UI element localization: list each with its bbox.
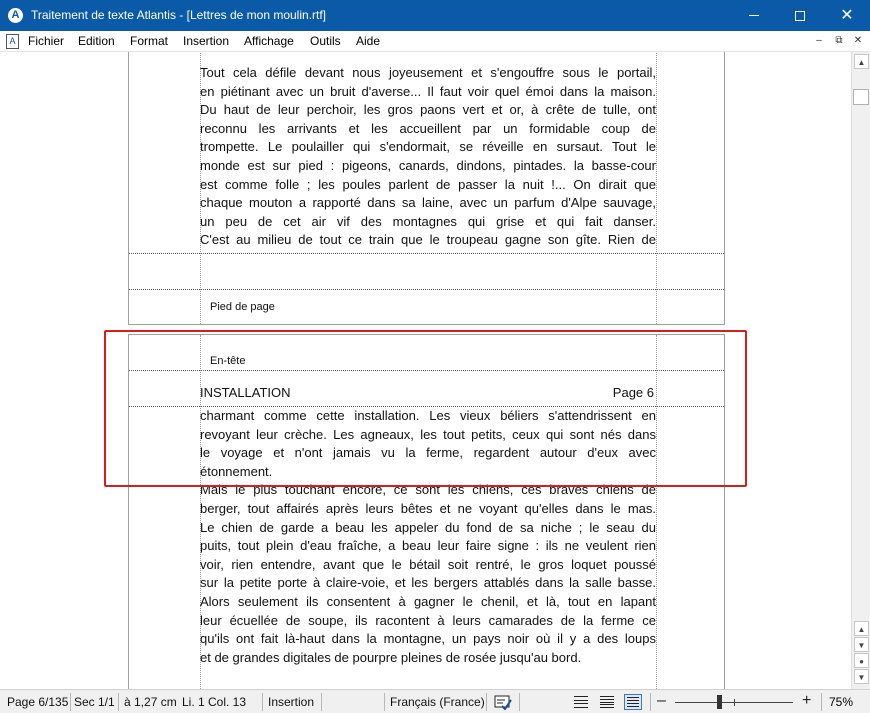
status-separator [70,693,71,711]
text-line[interactable]: reconnu les arrivants et les accueillent… [200,120,656,139]
header-title[interactable]: INSTALLATION [200,385,291,400]
status-separator [118,693,119,711]
vertical-scrollbar[interactable]: ▲ ▲ ▼ ● ▼ [851,52,870,689]
close-icon: ✕ [840,6,854,24]
text-line[interactable]: Tout cela défile devant nous joyeusement… [200,64,656,83]
page-5[interactable]: Tout cela défile devant nous joyeusement… [128,52,725,325]
mdi-minimize-icon[interactable]: – [812,34,826,48]
header-top-guide [129,370,724,371]
text-line[interactable]: un peu de cet air vif des montagnes qui … [200,213,656,232]
text-line[interactable]: le voyage et n'ont jamais vu la ferme, r… [200,444,656,463]
header-page-number[interactable]: Page 6 [613,385,654,400]
text-line[interactable]: C'est au milieu de tout ce train que le … [200,231,656,250]
footer-top-guide [129,253,724,254]
document-canvas[interactable]: Tout cela défile devant nous joyeusement… [0,52,851,689]
app-logo-icon: A [8,8,23,23]
margin-guide-right [656,335,657,689]
scroll-thumb[interactable] [853,89,869,105]
browse-object-icon[interactable]: ● [854,653,869,668]
text-line[interactable]: Mais le plus touchant encore, ce sont le… [200,481,656,500]
zoom-in-icon[interactable]: + [802,690,811,712]
text-line[interactable]: voir, rien entendre, avant que le bétail… [200,556,656,575]
margin-guide-right [656,52,657,324]
status-line: Li. 1 [182,695,205,709]
menu-affichage[interactable]: Affichage [244,34,294,48]
view-normal-icon[interactable] [598,694,616,710]
text-line[interactable]: en piétinant avec un bruit d'averse... I… [200,83,656,102]
zoom-percentage[interactable]: 75% [829,690,853,713]
menu-fichier[interactable]: Fichier [28,34,64,48]
footer-text-guide [129,289,724,290]
text-line[interactable]: sur la petite porte à claire-voie, et le… [200,574,656,593]
text-line[interactable]: qu'ils ont fait là-haut dans la montagne… [200,630,656,649]
status-position: à 1,27 cm [124,695,177,709]
document-icon[interactable]: A [6,34,19,49]
status-separator [262,693,263,711]
menu-format[interactable]: Format [130,34,168,48]
view-page-icon[interactable] [624,694,642,710]
status-separator [650,693,651,711]
text-line[interactable]: puits, tout plein d'eau fraîche, a beau … [200,537,656,556]
text-line[interactable]: et de grandes digitales de pourpre plein… [200,649,656,668]
status-separator [821,693,822,711]
text-line[interactable]: chaque mouton a rapporté dans sa laine, … [200,194,656,213]
status-separator [321,693,322,711]
text-line[interactable]: revoyant leur crèche. Les agneaux, les t… [200,426,656,445]
footer-label: Pied de page [210,301,275,313]
text-line[interactable]: charmant comme cette installation. Les v… [200,407,656,426]
minimize-icon [749,15,759,16]
text-line[interactable]: étonnement. [200,463,656,482]
scroll-up-icon[interactable]: ▲ [854,54,869,69]
zoom-slider-tick [734,699,735,706]
menu-edition[interactable]: Edition [78,34,115,48]
status-separator [486,693,487,711]
maximize-icon [795,10,805,21]
header-label: En-tête [210,355,246,367]
scroll-up-small-icon[interactable]: ▲ [854,621,869,636]
zoom-slider-thumb[interactable] [716,695,722,709]
text-line[interactable]: est comme folle ; les poules parlent de … [200,176,656,195]
status-section: Sec 1/1 [74,695,115,709]
scroll-down-small-icon[interactable]: ▼ [854,637,869,652]
text-line[interactable]: monde est sur pied : pigeons, canards, d… [200,157,656,176]
scroll-down-icon[interactable]: ▼ [854,669,869,684]
view-draft-icon[interactable] [572,694,590,710]
zoom-out-icon[interactable]: – [657,690,666,712]
text-line[interactable]: Alors seulement ils consentent à gagner … [200,593,656,612]
title-bar: A Traitement de texte Atlantis - [Lettre… [0,0,870,31]
text-line[interactable]: Le chien de garde a beau les appeler du … [200,519,656,538]
status-page[interactable]: Page 6/135 [7,690,68,713]
menu-bar: A Fichier Edition Format Insertion Affic… [0,31,870,52]
menu-outils[interactable]: Outils [310,34,341,48]
page-5-body-text[interactable]: Tout cela défile devant nous joyeusement… [200,64,656,250]
window-title: Traitement de texte Atlantis - [Lettres … [31,8,327,22]
page-6[interactable]: En-tête INSTALLATION Page 6 charmant com… [128,334,725,689]
text-line[interactable]: Du haut de leur perchoir, les gros paons… [200,101,656,120]
status-separator [384,693,385,711]
status-language[interactable]: Français (France) [390,690,485,713]
mdi-close-icon[interactable]: ✕ [851,34,865,48]
maximize-button[interactable] [777,0,823,31]
menu-aide[interactable]: Aide [356,34,380,48]
text-line[interactable]: trompette. Le poulailler qui s'endormait… [200,138,656,157]
status-mode[interactable]: Insertion [268,690,314,713]
minimize-button[interactable] [731,0,777,31]
spellcheck-icon[interactable] [494,694,512,711]
status-bar: Page 6/135 Sec 1/1 à 1,27 cm Li. 1 Col. … [0,689,870,713]
close-button[interactable]: ✕ [824,0,870,31]
page-6-body-text[interactable]: charmant comme cette installation. Les v… [200,407,656,667]
text-line[interactable]: leur écuellée de soupe, ils racontent à … [200,612,656,631]
text-line[interactable]: berger, tout affairés après leurs bêtes … [200,500,656,519]
status-column: Col. 13 [208,695,247,709]
mdi-restore-icon[interactable]: ⧉ [832,34,846,48]
status-separator [519,693,520,711]
menu-insertion[interactable]: Insertion [183,34,229,48]
